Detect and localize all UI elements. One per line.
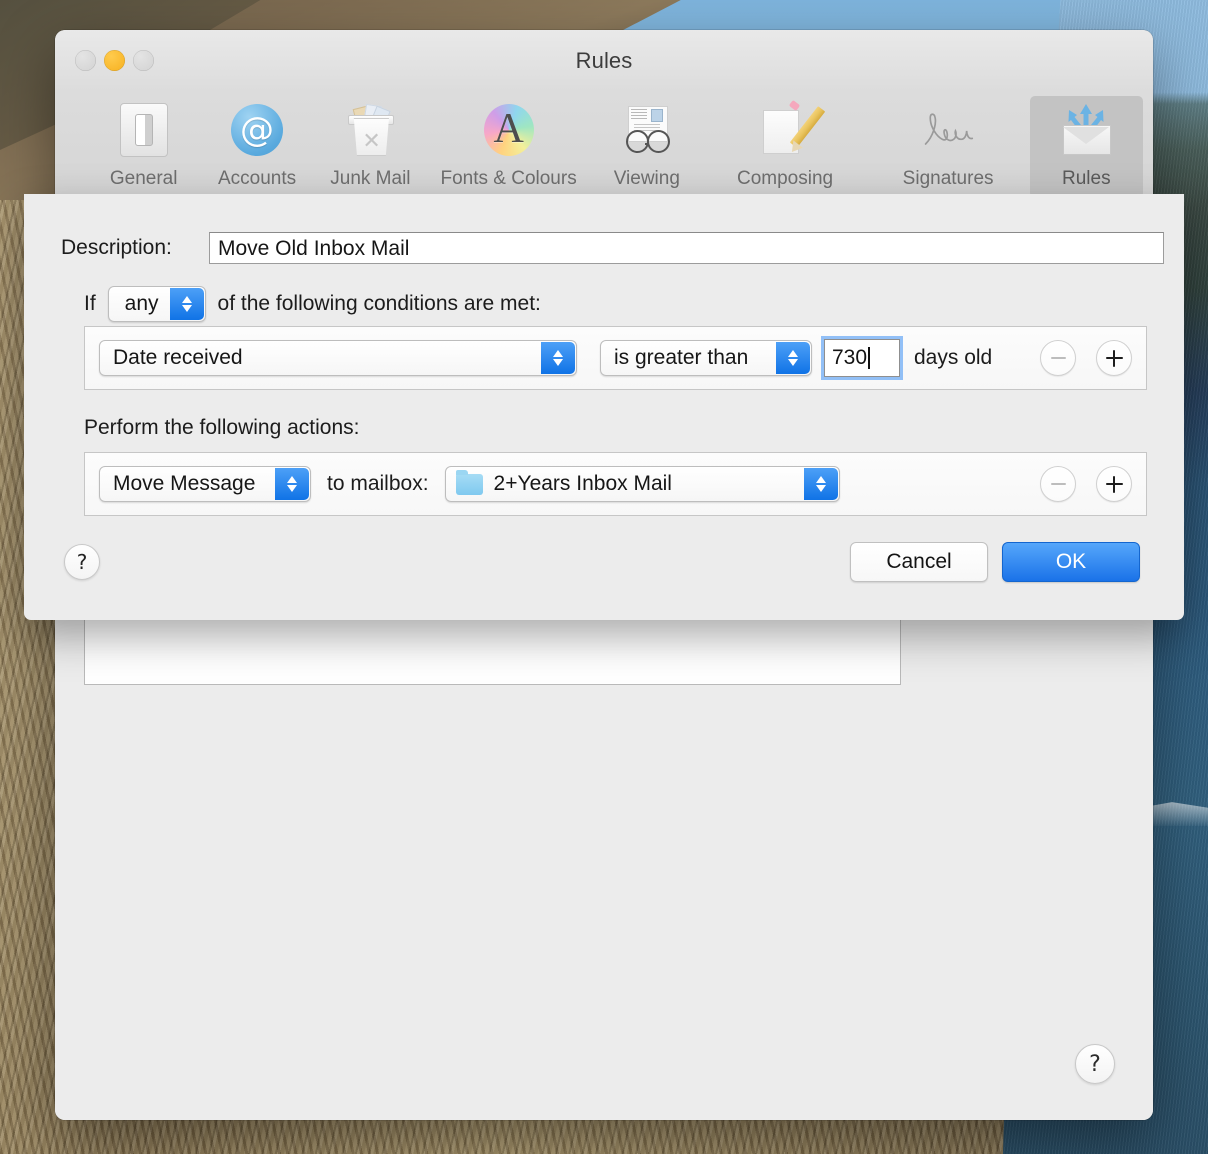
sheet-help-button[interactable]: ?: [64, 544, 100, 580]
description-label: Description:: [61, 236, 172, 259]
condition-criterion-popup[interactable]: Date received: [99, 340, 577, 376]
toolbar-item-junk-mail[interactable]: ✕ Junk Mail: [314, 96, 427, 198]
description-row: Description: Move Old Inbox Mail: [24, 232, 1184, 264]
toolbar-item-general[interactable]: General: [87, 96, 200, 198]
glasses-icon: [619, 102, 675, 158]
action-mailbox-value: 2+Years Inbox Mail: [493, 472, 672, 495]
condition-unit-label: days old: [914, 346, 993, 369]
add-action-button[interactable]: [1096, 466, 1132, 502]
toolbar-item-viewing[interactable]: Viewing: [590, 96, 703, 198]
window-title: Rules: [575, 48, 633, 73]
toolbar-item-fonts-colours[interactable]: A Fonts & Colours: [427, 96, 590, 198]
match-type-popup[interactable]: any: [107, 286, 206, 322]
actions-section-label: Perform the following actions:: [84, 416, 360, 439]
condition-days-input[interactable]: 730: [824, 339, 900, 377]
action-mailbox-popup[interactable]: 2+Years Inbox Mail: [444, 466, 840, 502]
condition-days-value: 730: [832, 346, 868, 369]
font-palette-icon: A: [481, 102, 537, 158]
if-condition-row: If any of the following conditions are m…: [84, 286, 541, 322]
condition-criterion-value: Date received: [113, 346, 243, 369]
condition-operator-value: is greater than: [614, 346, 749, 369]
condition-operator-popup[interactable]: is greater than: [600, 340, 812, 376]
at-sign-icon: @: [229, 102, 285, 158]
toolbar-label-viewing: Viewing: [613, 168, 680, 189]
cancel-button[interactable]: Cancel: [850, 542, 988, 582]
toolbar-item-signatures[interactable]: Signatures: [867, 96, 1030, 198]
toolbar-label-general: General: [109, 168, 178, 189]
rules-envelope-icon: [1058, 102, 1114, 158]
toolbar-label-composing: Composing: [736, 168, 834, 189]
trash-can-icon: ✕: [342, 102, 398, 158]
toolbar-label-fonts-colours: Fonts & Colours: [440, 168, 577, 189]
help-button[interactable]: ?: [1075, 1044, 1115, 1084]
toolbar-item-accounts[interactable]: @ Accounts: [200, 96, 313, 198]
toolbar-label-signatures: Signatures: [902, 168, 994, 189]
chevron-updown-icon: [776, 342, 810, 374]
chevron-updown-icon: [275, 468, 309, 500]
pencil-page-icon: [757, 99, 826, 158]
chevron-updown-icon: [541, 342, 575, 374]
action-type-popup[interactable]: Move Message: [99, 466, 311, 502]
toolbar-label-junk-mail: Junk Mail: [330, 168, 411, 189]
toolbar-item-rules[interactable]: Rules: [1029, 96, 1143, 198]
ok-button[interactable]: OK: [1002, 542, 1140, 582]
toolbar-label-rules: Rules: [1062, 168, 1111, 189]
remove-action-button[interactable]: [1040, 466, 1076, 502]
add-condition-button[interactable]: [1096, 340, 1132, 376]
if-suffix-label: of the following conditions are met:: [217, 292, 541, 315]
match-type-value: any: [124, 292, 159, 315]
remove-condition-button[interactable]: [1040, 340, 1076, 376]
text-caret: [868, 347, 870, 369]
toolbar-label-accounts: Accounts: [217, 168, 297, 189]
sheet-footer: ? Cancel OK: [24, 534, 1184, 590]
actions-panel: Move Message to mailbox: 2+Years Inbox M…: [84, 452, 1147, 516]
if-prefix-label: If: [84, 292, 96, 315]
action-connector-label: to mailbox:: [327, 472, 429, 495]
rule-edit-sheet: Description: Move Old Inbox Mail If any …: [24, 194, 1184, 620]
description-input[interactable]: Move Old Inbox Mail: [209, 232, 1164, 264]
switch-icon: [116, 102, 172, 158]
window-titlebar: Rules: [55, 30, 1153, 92]
chevron-updown-icon: [803, 468, 838, 500]
signature-icon: [920, 102, 976, 158]
conditions-panel: Date received is greater than 730 days o…: [84, 326, 1147, 390]
action-type-value: Move Message: [113, 472, 256, 495]
toolbar-item-composing[interactable]: Composing: [704, 96, 867, 198]
chevron-updown-icon: [169, 288, 204, 320]
folder-icon: [455, 469, 483, 495]
